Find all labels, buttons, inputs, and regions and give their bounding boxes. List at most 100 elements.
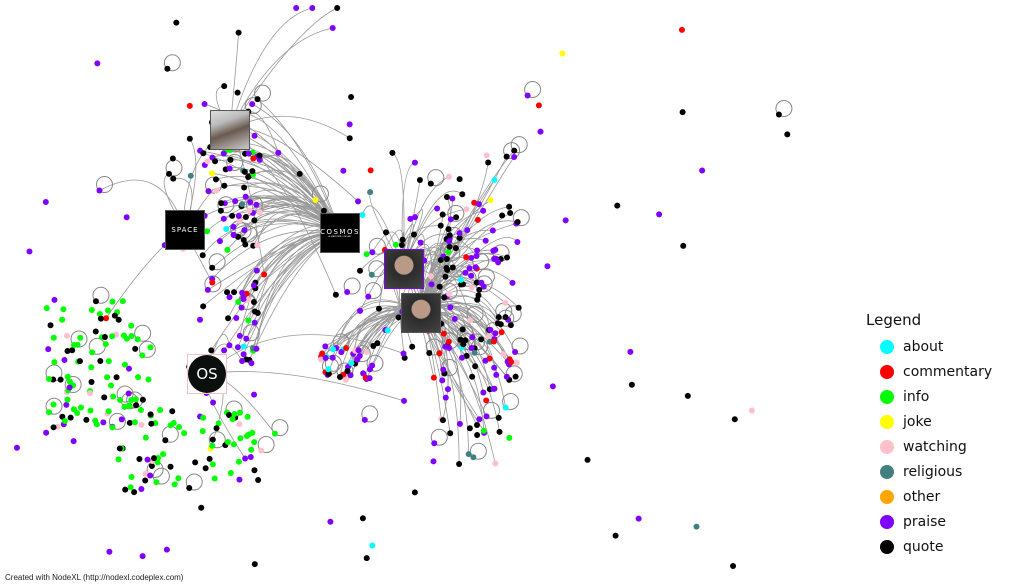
node-praise — [240, 296, 247, 303]
node-info — [132, 396, 139, 403]
node-info — [71, 341, 78, 348]
node-info — [119, 298, 126, 305]
node-quote — [332, 291, 339, 298]
node-quote — [47, 322, 54, 329]
node-praise — [449, 195, 456, 202]
node-quote — [200, 303, 207, 310]
node-quote — [456, 461, 463, 468]
node-praise — [489, 227, 496, 234]
node-praise — [483, 413, 490, 420]
node-quote — [97, 358, 104, 365]
hub-photo-person-3[interactable] — [401, 293, 441, 333]
node-watching — [748, 407, 755, 414]
node-praise — [459, 354, 466, 361]
hub-cosmos-logo[interactable]: COSMOS A SPACETIME ODYSSEY — [320, 213, 360, 253]
node-praise — [356, 352, 363, 359]
node-commentary — [535, 102, 542, 109]
node-quote — [150, 455, 157, 462]
node-about — [348, 360, 355, 367]
cosmos-logo-text: COSMOS — [320, 228, 360, 236]
node-info — [50, 401, 57, 408]
node-info — [224, 439, 231, 446]
node-praise — [43, 429, 50, 436]
node-about — [491, 176, 498, 183]
node-commentary — [678, 26, 685, 33]
node-praise — [346, 121, 353, 128]
node-praise — [329, 24, 336, 31]
node-quote — [416, 176, 423, 183]
node-quote — [449, 264, 456, 271]
node-quote — [221, 83, 228, 90]
node-quote — [466, 425, 473, 432]
hub-os-logo[interactable]: OS — [187, 354, 227, 394]
node-quote — [679, 109, 686, 116]
node-commentary — [508, 358, 515, 365]
node-praise — [240, 351, 247, 358]
node-praise — [462, 269, 469, 276]
node-info — [211, 475, 218, 482]
node-religious — [239, 201, 246, 208]
node-quote — [346, 135, 353, 142]
node-info — [199, 428, 206, 435]
node-quote — [447, 430, 454, 437]
node-info — [131, 419, 138, 426]
hub-space-logo[interactable]: SPACE — [165, 210, 205, 250]
node-quote — [469, 373, 476, 380]
node-praise — [468, 344, 475, 351]
node-quote — [148, 420, 155, 427]
node-quote — [235, 29, 242, 36]
node-praise — [248, 360, 255, 367]
node-praise — [480, 389, 487, 396]
node-info — [157, 407, 164, 414]
node-quote — [256, 152, 263, 159]
node-praise — [251, 391, 258, 398]
node-quote — [503, 153, 510, 160]
hub-photo-person-1[interactable] — [210, 110, 250, 150]
node-praise — [369, 362, 376, 369]
node-quote — [213, 425, 220, 432]
node-watching — [467, 317, 474, 324]
node-praise — [242, 193, 249, 200]
node-quote — [775, 111, 782, 118]
node-info — [104, 374, 111, 381]
legend-item-watching: watching — [866, 434, 992, 459]
node-info — [231, 411, 238, 418]
node-praise — [239, 358, 246, 365]
node-quote — [334, 5, 341, 11]
node-praise — [230, 231, 237, 238]
legend-dot-commentary — [880, 364, 894, 379]
node-quote — [206, 455, 213, 462]
node-info — [209, 461, 216, 468]
node-info — [392, 241, 399, 248]
node-praise — [442, 343, 449, 350]
node-quote — [439, 211, 446, 218]
node-quote — [495, 414, 502, 421]
node-info — [134, 336, 141, 343]
node-info — [61, 417, 68, 424]
node-quote — [472, 363, 479, 370]
node-praise — [230, 223, 237, 230]
node-praise — [247, 199, 254, 206]
node-quote — [64, 348, 71, 355]
node-quote — [348, 94, 355, 101]
node-commentary — [209, 279, 216, 286]
node-quote — [111, 312, 118, 319]
node-quote — [473, 422, 480, 429]
node-quote — [442, 273, 449, 280]
node-commentary — [490, 338, 497, 345]
node-watching — [500, 351, 507, 358]
legend-item-about: about — [866, 334, 992, 359]
node-quote — [383, 229, 390, 236]
node-info — [46, 409, 53, 416]
hub-photo-person-2[interactable] — [384, 249, 424, 289]
node-praise — [365, 293, 372, 300]
node-info — [115, 456, 122, 463]
legend-dot-watching — [880, 439, 894, 454]
node-info — [87, 407, 94, 414]
node-watching — [258, 447, 265, 454]
node-quote — [411, 489, 418, 496]
node-quote — [409, 343, 416, 350]
node-praise — [475, 201, 482, 208]
node-quote — [209, 436, 216, 443]
node-praise — [226, 165, 233, 172]
